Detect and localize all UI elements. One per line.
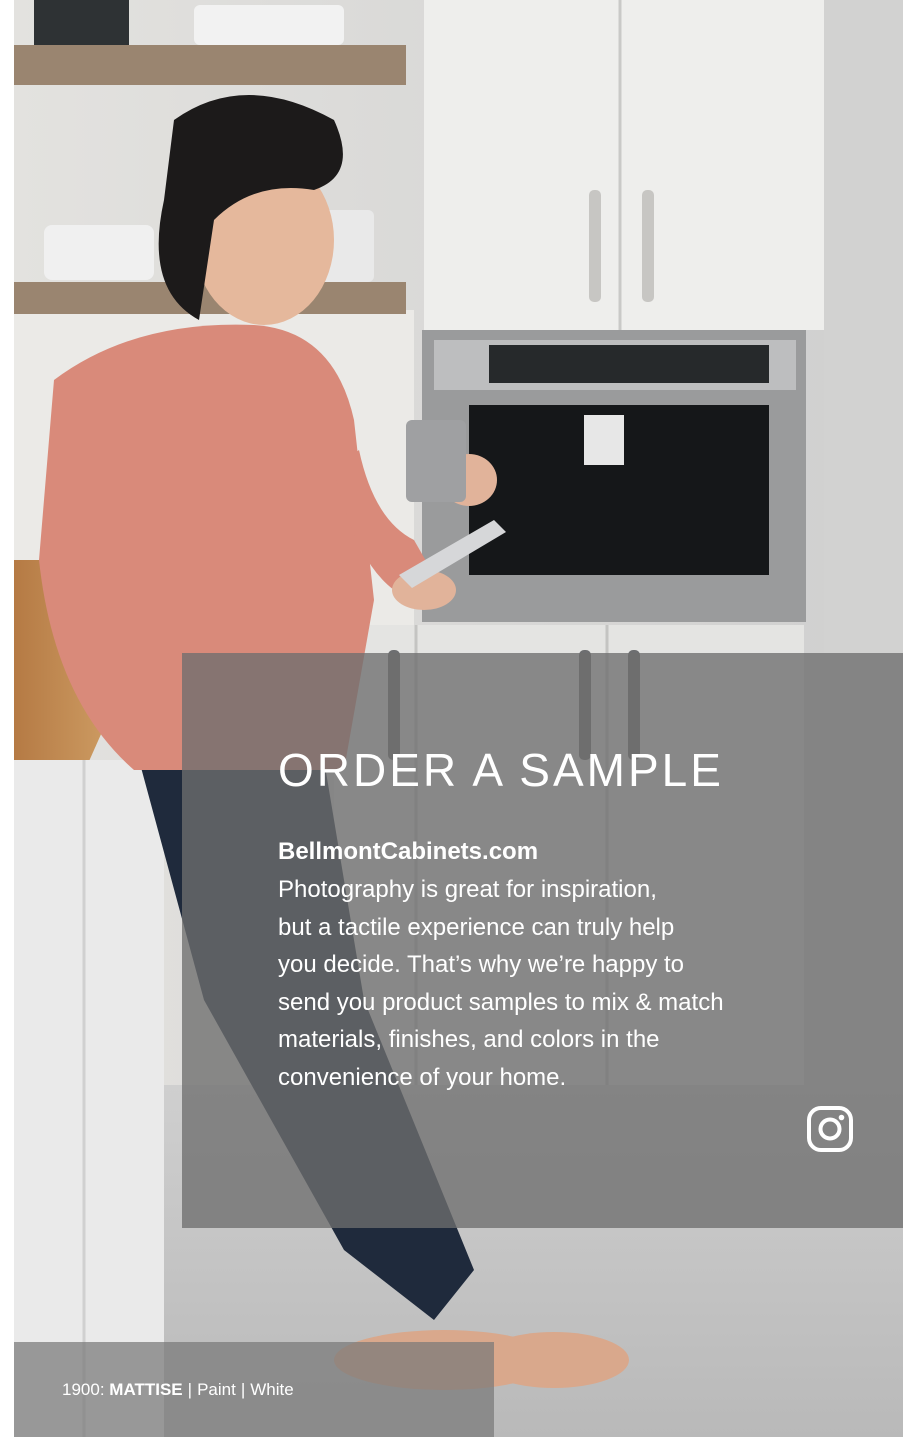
instagram-icon[interactable] (806, 1105, 854, 1153)
product-color: White (250, 1380, 294, 1399)
product-name: MATTISE (109, 1380, 183, 1399)
product-caption: 1900: MATTISE | Paint | White (62, 1380, 294, 1400)
product-code: 1900: (62, 1380, 105, 1399)
caption-separator: | (187, 1380, 193, 1399)
caption-separator: | (240, 1380, 246, 1399)
brochure-page: ORDER A SAMPLE BellmontCabinets.com Phot… (14, 0, 903, 1437)
description-line: send you product samples to mix & match (278, 988, 724, 1016)
description-line: but a tactile experience can truly help (278, 913, 675, 941)
product-material: Paint (197, 1380, 236, 1399)
website-link[interactable]: BellmontCabinets.com (278, 838, 538, 866)
description-line: convenience of your home. (278, 1063, 567, 1091)
description-line: you decide. That’s why we’re happy to (278, 951, 685, 978)
order-sample-panel: ORDER A SAMPLE BellmontCabinets.com Phot… (182, 653, 903, 1228)
description-line: Photography is great for inspiration, (278, 876, 657, 903)
order-sample-heading: ORDER A SAMPLE (278, 744, 724, 796)
description-line: materials, finishes, and colors in the (278, 1026, 660, 1053)
product-caption-bar: 1900: MATTISE | Paint | White (14, 1342, 494, 1437)
sample-description: Photography is great for inspiration, bu… (278, 871, 878, 1096)
